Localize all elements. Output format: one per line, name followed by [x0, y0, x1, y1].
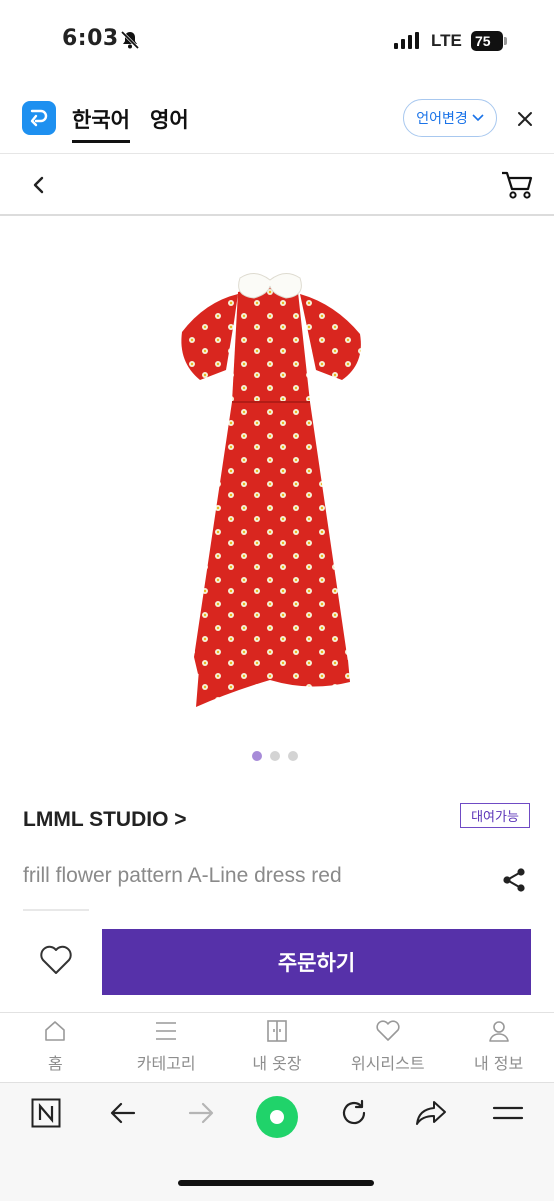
menu-lines-icon[interactable]	[492, 1098, 524, 1128]
divider	[0, 1012, 554, 1013]
tab-my-closet[interactable]: 내 옷장	[222, 1018, 333, 1080]
change-language-button[interactable]: 언어변경	[403, 99, 497, 137]
refresh-icon[interactable]	[339, 1098, 369, 1128]
pagination-dot[interactable]	[252, 751, 262, 761]
closet-icon	[267, 1020, 287, 1042]
menu-icon	[156, 1022, 177, 1040]
tab-english[interactable]: 영어	[150, 104, 189, 134]
pagination-dot[interactable]	[288, 751, 298, 761]
brand-link[interactable]: LMML STUDIO >	[23, 808, 187, 832]
image-pagination	[252, 751, 298, 761]
tab-label: 내 옷장	[252, 1054, 302, 1073]
signal-icon	[394, 32, 419, 49]
heart-icon	[376, 1020, 400, 1041]
home-icon	[45, 1021, 66, 1041]
status-time: 6:03	[62, 26, 119, 51]
divider	[0, 153, 554, 154]
naver-icon[interactable]	[31, 1098, 61, 1128]
forward-arrow-icon[interactable]	[186, 1098, 216, 1128]
battery-level: 75	[475, 33, 491, 49]
active-tab-indicator	[72, 140, 130, 143]
green-dot-icon[interactable]	[255, 1095, 299, 1139]
tab-wishlist[interactable]: 위시리스트	[332, 1018, 443, 1080]
share-icon[interactable]	[500, 866, 528, 894]
product-image[interactable]	[160, 262, 390, 722]
product-title: frill flower pattern A-Line dress red	[23, 864, 342, 887]
close-icon[interactable]	[517, 111, 533, 127]
tab-label: 카테고리	[136, 1054, 196, 1073]
tab-category[interactable]: 카테고리	[111, 1018, 222, 1080]
back-arrow-icon[interactable]	[108, 1098, 138, 1128]
bell-muted-icon	[120, 30, 140, 50]
rental-available-badge: 대여가능	[460, 803, 530, 828]
change-language-label: 언어변경	[416, 111, 468, 127]
network-label: LTE	[431, 31, 462, 50]
tab-my-info[interactable]: 내 정보	[443, 1018, 554, 1080]
battery-tip	[504, 37, 507, 45]
wishlist-heart-icon[interactable]	[38, 944, 74, 976]
share-arrow-icon[interactable]	[414, 1098, 448, 1128]
home-indicator	[178, 1180, 374, 1186]
bottom-tab-bar: 홈 카테고리 내 옷장 위시리스트 내 정보	[0, 1018, 554, 1080]
tab-label: 내 정보	[473, 1054, 524, 1073]
back-chevron-icon[interactable]	[30, 172, 46, 198]
tab-korean[interactable]: 한국어	[72, 104, 130, 134]
person-icon	[488, 1021, 509, 1042]
product-code-faded	[23, 909, 89, 911]
tab-label: 홈	[48, 1054, 63, 1073]
tab-home[interactable]: 홈	[0, 1018, 111, 1080]
cart-icon[interactable]	[500, 170, 534, 200]
tab-label: 위시리스트	[350, 1054, 425, 1073]
divider	[0, 214, 554, 216]
order-button[interactable]: 주문하기	[102, 929, 531, 995]
translator-logo-icon	[22, 101, 56, 135]
battery-icon: 75	[471, 31, 503, 51]
chevron-down-icon	[472, 114, 484, 122]
pagination-dot[interactable]	[270, 751, 280, 761]
